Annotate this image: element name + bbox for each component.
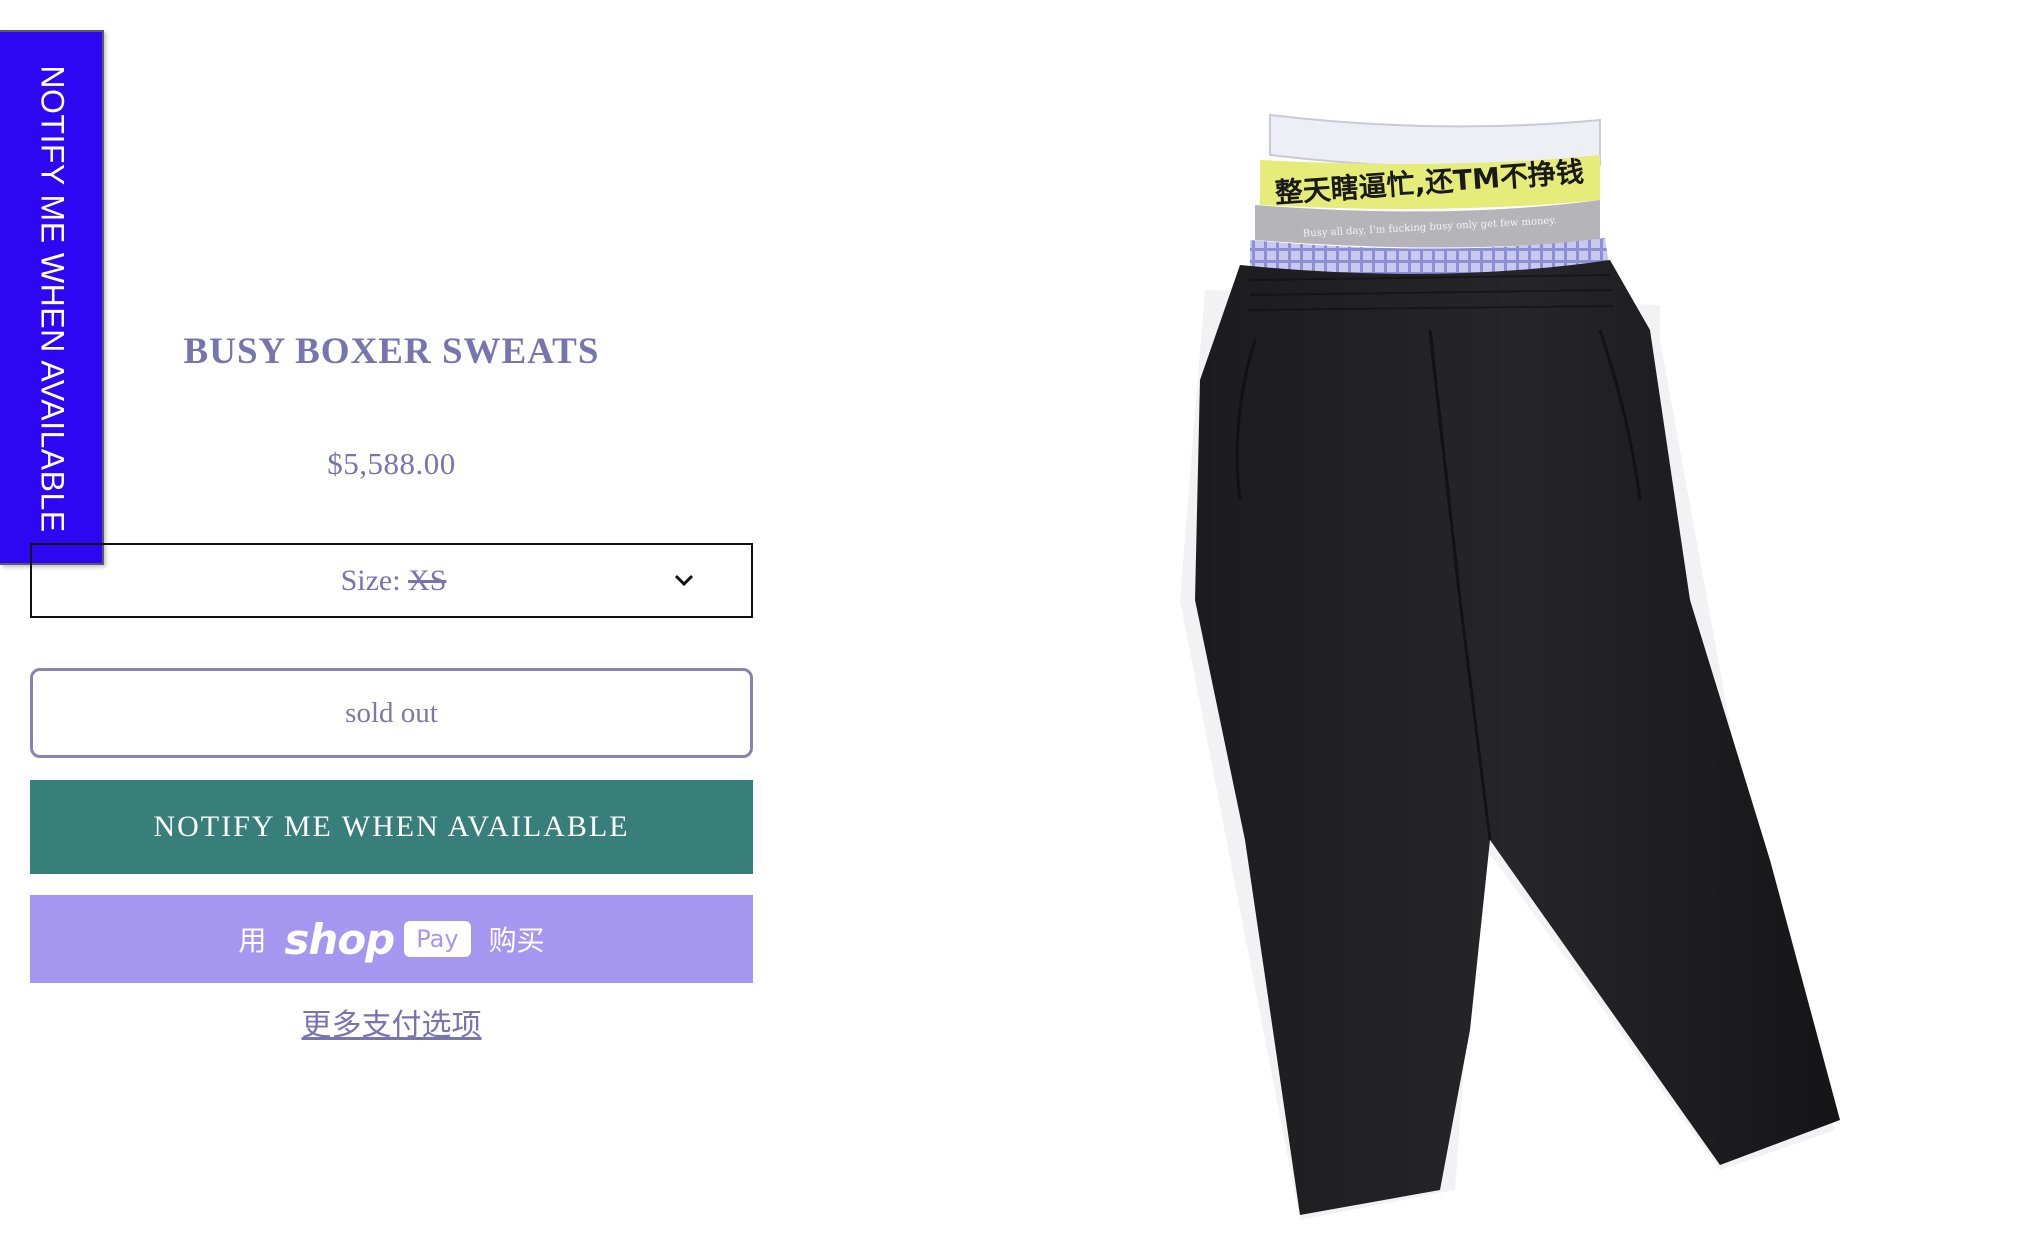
chevron-down-icon (674, 574, 694, 587)
shop-pay-badge: Pay (404, 921, 471, 957)
size-select[interactable]: Size: XS (30, 543, 753, 618)
shop-pay-prefix: 用 (238, 924, 267, 957)
product-image: 整天瞎逼忙,还TM不挣钱 Busy all day, I'm fucking b… (1180, 113, 1840, 1220)
size-value: XS (408, 564, 447, 597)
product-title: BUSY BOXER SWEATS (183, 331, 600, 372)
shop-pay-button[interactable]: 用 shop Pay 购买 (30, 895, 753, 983)
notify-side-tab[interactable]: NOTIFY ME WHEN AVAILABLE (0, 30, 104, 565)
more-payment-options-link[interactable]: 更多支付选项 (30, 1000, 753, 1044)
pants (1195, 260, 1840, 1215)
shop-pay-logo: shop (284, 914, 395, 964)
sold-out-button[interactable]: sold out (30, 668, 753, 758)
size-label: Size: (340, 564, 401, 597)
notify-me-button[interactable]: NOTIFY ME WHEN AVAILABLE (30, 780, 753, 874)
product-page: NOTIFY ME WHEN AVAILABLE BUSY BOXER SWEA… (0, 0, 2036, 1234)
product-price: $5,588.00 (327, 446, 456, 481)
size-select-text: Size: XS (32, 564, 755, 598)
shop-pay-suffix: 购买 (488, 924, 545, 957)
shop-pay-content: 用 shop Pay 购买 (30, 895, 753, 983)
